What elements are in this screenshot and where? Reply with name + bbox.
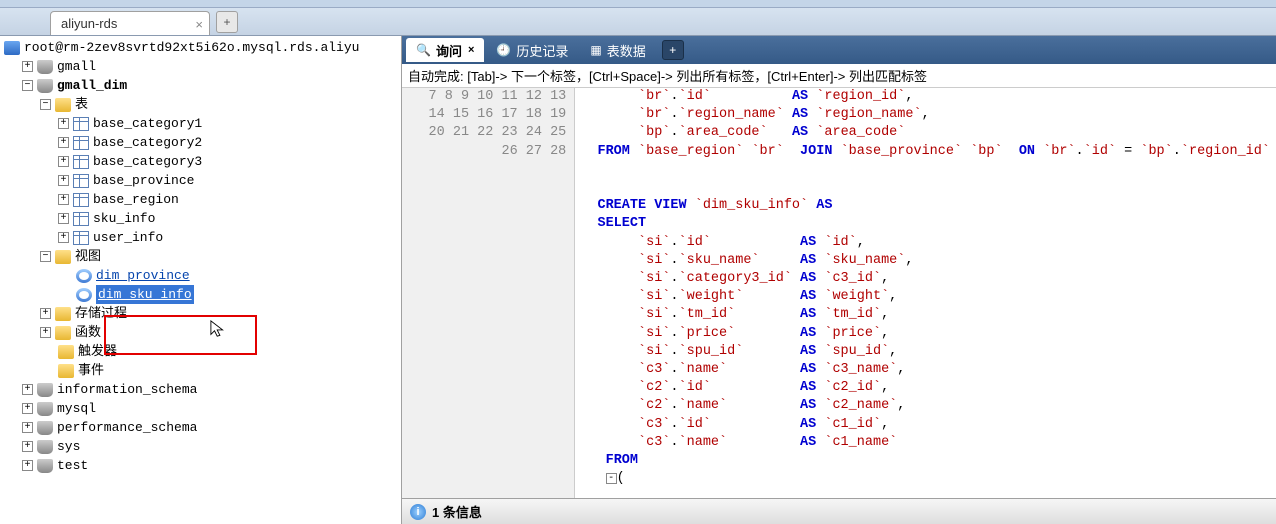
tree-db[interactable]: + gmall: [0, 57, 401, 76]
object-browser: root@rm-2zev8svrtd92xt5i62o.mysql.rds.al…: [0, 36, 402, 524]
tree-folder-funcs[interactable]: + 函数: [0, 323, 401, 342]
table-icon: [73, 193, 89, 207]
tree-table-item[interactable]: +user_info: [0, 228, 401, 247]
database-icon: [37, 402, 53, 416]
table-icon: [73, 117, 89, 131]
tree-folder-triggers[interactable]: 触发器: [0, 342, 401, 361]
tree-db[interactable]: +information_schema: [0, 380, 401, 399]
info-icon: i: [410, 504, 426, 520]
tree-table-item[interactable]: +base_category2: [0, 133, 401, 152]
expand-icon[interactable]: +: [40, 308, 51, 319]
expand-icon[interactable]: +: [58, 175, 69, 186]
expand-icon[interactable]: +: [58, 156, 69, 167]
tree-db[interactable]: +sys: [0, 437, 401, 456]
server-icon: [4, 41, 20, 55]
database-icon: [37, 60, 53, 74]
connection-tabbar: aliyun-rds × +: [0, 8, 1276, 36]
expand-icon[interactable]: +: [58, 213, 69, 224]
table-icon: ▦: [590, 43, 601, 57]
add-editor-tab-button[interactable]: +: [662, 40, 684, 60]
status-bar[interactable]: i 1 条信息: [402, 498, 1276, 524]
sql-editor[interactable]: 7 8 9 10 11 12 13 14 15 16 17 18 19 20 2…: [402, 88, 1276, 524]
expand-icon[interactable]: +: [22, 403, 33, 414]
tree-view-item[interactable]: dim_province: [0, 266, 401, 285]
expand-icon[interactable]: +: [58, 118, 69, 129]
collapse-icon[interactable]: −: [22, 80, 33, 91]
table-icon: [73, 174, 89, 188]
table-icon: [73, 231, 89, 245]
tree-folder-views[interactable]: − 视图: [0, 247, 401, 266]
line-gutter: 7 8 9 10 11 12 13 14 15 16 17 18 19 20 2…: [402, 88, 575, 524]
tree-table-item[interactable]: +sku_info: [0, 209, 401, 228]
view-icon: [76, 288, 92, 302]
table-icon: [73, 212, 89, 226]
tree-db[interactable]: +mysql: [0, 399, 401, 418]
expand-icon[interactable]: +: [40, 327, 51, 338]
expand-icon[interactable]: +: [22, 460, 33, 471]
table-icon: [73, 136, 89, 150]
view-icon: [76, 269, 92, 283]
folder-icon: [58, 345, 74, 359]
folder-icon: [55, 307, 71, 321]
database-icon: [37, 383, 53, 397]
close-icon[interactable]: ×: [195, 17, 203, 32]
expand-icon[interactable]: +: [22, 441, 33, 452]
tree-folder-tables[interactable]: − 表: [0, 95, 401, 114]
expand-icon[interactable]: +: [58, 232, 69, 243]
tree-table-item[interactable]: +base_region: [0, 190, 401, 209]
tree-folder-events[interactable]: 事件: [0, 361, 401, 380]
tree-view-item[interactable]: dim_sku_info: [0, 285, 401, 304]
database-icon: [37, 79, 53, 93]
table-icon: [73, 155, 89, 169]
tree-folder-procs[interactable]: + 存储过程: [0, 304, 401, 323]
query-icon: 🔍: [416, 43, 431, 57]
collapse-icon[interactable]: −: [40, 251, 51, 262]
tab-query[interactable]: 🔍 询问 ×: [406, 38, 484, 62]
expand-icon[interactable]: +: [22, 61, 33, 72]
connection-tab-label: aliyun-rds: [61, 16, 117, 31]
code-body[interactable]: `br`.`id` AS `region_id`, `br`.`region_n…: [575, 88, 1276, 524]
tree-root[interactable]: root@rm-2zev8svrtd92xt5i62o.mysql.rds.al…: [0, 38, 401, 57]
connection-tab[interactable]: aliyun-rds ×: [50, 11, 210, 35]
close-icon[interactable]: ×: [468, 44, 474, 56]
editor-tabbar: 🔍 询问 × 🕘 历史记录 ▦ 表数据 +: [402, 36, 1276, 64]
cursor-icon: [210, 320, 228, 338]
tree-table-item[interactable]: +base_province: [0, 171, 401, 190]
database-icon: [37, 421, 53, 435]
history-icon: 🕘: [496, 43, 511, 57]
folder-icon: [58, 364, 74, 378]
folder-icon: [55, 98, 71, 112]
tab-table-data[interactable]: ▦ 表数据: [580, 38, 655, 62]
tab-history[interactable]: 🕘 历史记录: [486, 38, 578, 62]
tree-db[interactable]: − gmall_dim: [0, 76, 401, 95]
tree-table-item[interactable]: +base_category3: [0, 152, 401, 171]
tree-table-item[interactable]: +base_category1: [0, 114, 401, 133]
expand-icon[interactable]: +: [58, 137, 69, 148]
collapse-icon[interactable]: −: [40, 99, 51, 110]
expand-icon[interactable]: +: [22, 422, 33, 433]
database-icon: [37, 459, 53, 473]
expand-icon[interactable]: +: [58, 194, 69, 205]
tree-db[interactable]: +test: [0, 456, 401, 475]
tree-db[interactable]: +performance_schema: [0, 418, 401, 437]
folder-icon: [55, 250, 71, 264]
database-icon: [37, 440, 53, 454]
autocomplete-hint: 自动完成: [Tab]-> 下一个标签，[Ctrl+Space]-> 列出所有标…: [402, 64, 1276, 88]
folder-icon: [55, 326, 71, 340]
expand-icon[interactable]: +: [22, 384, 33, 395]
add-connection-button[interactable]: +: [216, 11, 238, 33]
